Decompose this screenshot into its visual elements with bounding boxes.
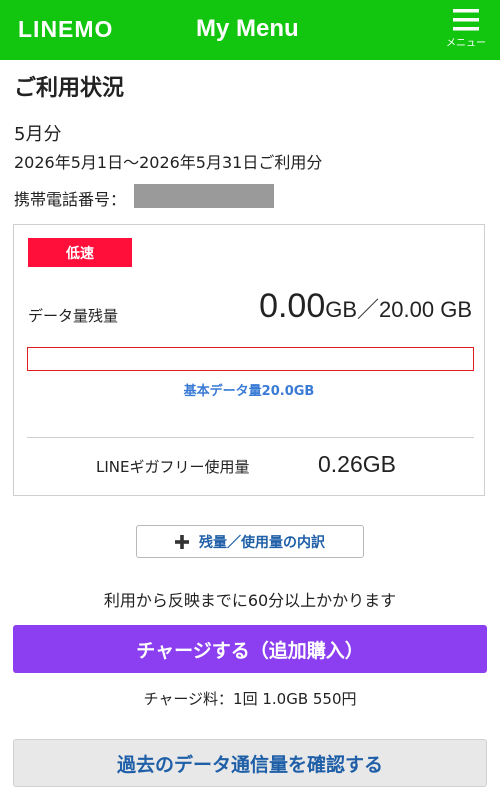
remaining-data-bar [27,347,474,371]
remaining-total: ／20.00 GB [357,297,472,322]
section-title: ご利用状況 [14,76,125,101]
billing-month: 5月分 [14,124,62,145]
reflection-notice: 利用から反映までに60分以上かかります [103,591,397,610]
remaining-amount: 0.00 [259,287,326,325]
phone-number-label: 携帯電話番号： [14,190,127,209]
menu-button[interactable]: メニュー [446,8,486,49]
data-usage-card: 低速 データ量残量 0.00GB／20.00 GB 基本データ量20.0GB L… [13,224,485,496]
page-header-title: My Menu [196,15,299,42]
card-divider [27,437,474,438]
phone-number-redacted [134,184,274,208]
charge-button[interactable]: チャージする（追加購入） [13,625,487,673]
line-gigafree-label: LINEギガフリー使用量 [96,458,250,476]
speed-status-badge: 低速 [28,238,132,267]
billing-period: 2026年5月1日〜2026年5月31日ご利用分 [14,153,323,172]
remaining-unit: GB [325,297,358,322]
basic-data-amount: 基本データ量20.0GB [183,384,315,399]
menu-label: メニュー [446,38,486,49]
app-header: LINEMO My Menu メニュー [0,0,500,60]
linemo-logo[interactable]: LINEMO [18,16,113,43]
data-history-button[interactable]: 過去のデータ通信量を確認する [13,739,487,787]
remaining-data-value: 0.00GB／20.00 GB [259,287,472,326]
plus-icon [175,534,189,549]
line-gigafree-value: 0.26GB [318,451,396,477]
usage-breakdown-label: 残量／使用量の内訳 [199,534,325,551]
remaining-data-label: データ量残量 [28,307,119,325]
usage-breakdown-button[interactable]: 残量／使用量の内訳 [136,525,364,558]
hamburger-icon [453,9,479,31]
charge-fee-text: チャージ料：1回 1.0GB 550円 [143,690,357,708]
